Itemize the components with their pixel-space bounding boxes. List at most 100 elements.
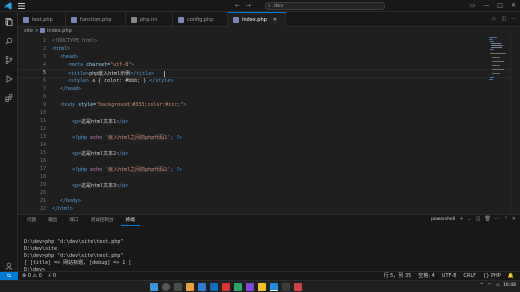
app-icon[interactable]	[294, 283, 302, 291]
clock[interactable]: 16:48	[503, 283, 516, 288]
line-number: 11	[39, 118, 46, 124]
php-open: <?php	[72, 135, 88, 141]
terminal-app-icon[interactable]	[282, 283, 290, 291]
ports-count[interactable]: ⚡ 0	[48, 273, 56, 280]
terminal-output[interactable]: D:\dev>php "d:\dev\site\test.php" D:\dev…	[24, 239, 504, 274]
tab-test-php[interactable]: test.php	[18, 12, 66, 27]
extensions-icon[interactable]	[5, 94, 13, 102]
line-number: 22	[39, 206, 46, 212]
app-icon[interactable]	[222, 283, 230, 291]
close-tab-icon[interactable]: ✕	[273, 17, 277, 23]
line-number: 1	[42, 38, 46, 44]
terminal-shell-label[interactable]: powershell	[431, 217, 455, 222]
more-actions-icon[interactable]: ···	[495, 216, 500, 222]
settings-file-icon	[131, 16, 137, 23]
account-icon[interactable]	[5, 262, 13, 270]
title-open-tag: <title>	[68, 71, 90, 77]
html-close-tag: </html>	[52, 206, 74, 212]
store-icon[interactable]	[210, 283, 218, 291]
layout-icon[interactable]: ▭	[470, 2, 476, 9]
tag: <meta	[68, 62, 87, 68]
command-center-search[interactable]: ⌕ dev	[265, 2, 385, 10]
end-of-line[interactable]: CRLF	[463, 273, 476, 280]
encoding[interactable]: UTF-8	[442, 273, 457, 280]
tag-end: >	[183, 102, 187, 108]
breadcrumb-folder[interactable]: site	[24, 28, 33, 34]
php-file-icon	[23, 16, 29, 23]
body-close-tag: </body>	[60, 198, 82, 204]
tab-function-php[interactable]: function.php	[66, 12, 126, 27]
editor-actions: ▷ ◫ ···	[493, 16, 516, 22]
style-close-tag: </style>	[149, 78, 174, 84]
code-editor[interactable]: 1 2 3 4 5 6 7 8 9 10 11 12 13 14 15 16 1…	[18, 36, 510, 214]
line-number: 7	[42, 86, 46, 92]
tab-config-php[interactable]: config.php	[173, 12, 228, 27]
code-line-22: </html>	[52, 206, 73, 212]
code-line-21: </body>	[60, 198, 81, 204]
app-icon[interactable]	[258, 283, 266, 291]
new-terminal-icon[interactable]: +	[459, 216, 463, 222]
tab-label: config.php	[187, 16, 214, 23]
chevron-down-icon[interactable]: ⌄	[468, 216, 472, 222]
file-explorer-icon[interactable]	[186, 283, 194, 291]
code-line-4: <meta charset="utf-8">	[68, 62, 134, 68]
status-right: 行 5，列 35 空格: 4 UTF-8 CRLF {} PHP 🔔	[384, 273, 514, 280]
vscode-taskbar-icon[interactable]	[270, 283, 278, 291]
maximize-panel-icon[interactable]: ⌃	[504, 216, 508, 222]
p-open-tag: <p>	[72, 183, 82, 189]
app-icon[interactable]	[234, 283, 242, 291]
tab-problems[interactable]: 问题	[22, 215, 41, 226]
line-number: 3	[42, 54, 46, 60]
search-icon[interactable]	[162, 283, 170, 291]
tab-php-ini[interactable]: php.ini	[126, 12, 173, 27]
trash-icon[interactable]: 🗑	[484, 216, 490, 222]
minimize-icon[interactable]: —	[483, 2, 489, 9]
code-line-3: <head>	[60, 54, 78, 60]
notifications-bell-icon[interactable]: 🔔	[508, 273, 514, 280]
problems-count[interactable]: ⊗ 0 ⚠ 0	[22, 273, 42, 280]
p-close-tag: </p>	[116, 119, 129, 125]
chevron-up-icon[interactable]: ^	[480, 283, 484, 288]
breadcrumb-file[interactable]: index.php	[47, 28, 72, 34]
line-number: 6	[42, 78, 46, 84]
vertical-scrollbar[interactable]	[510, 36, 520, 214]
code-line-17: <?php echo '嵌入html之间的php代码2'; ?>	[72, 166, 182, 173]
maximize-icon[interactable]: □	[497, 2, 503, 9]
tab-label: php.ini	[140, 16, 158, 23]
php-file-icon	[233, 17, 239, 23]
tab-debug-console[interactable]: 调试控制台	[86, 215, 119, 226]
split-terminal-icon[interactable]: ◫	[476, 216, 481, 222]
tab-output[interactable]: 输出	[43, 215, 62, 226]
edge-browser-icon[interactable]	[198, 283, 206, 291]
tab-ports[interactable]: 端口	[64, 215, 83, 226]
tab-label: test.php	[32, 16, 53, 23]
title-close-tag: </title>	[130, 71, 155, 77]
app-icon[interactable]	[246, 283, 254, 291]
run-icon[interactable]: ▷	[493, 16, 497, 22]
cursor-position[interactable]: 行 5，列 35	[384, 273, 412, 280]
start-windows-icon[interactable]	[150, 283, 158, 291]
language-mode[interactable]: {} PHP	[483, 273, 501, 280]
source-control-icon[interactable]	[5, 56, 13, 64]
task-view-icon[interactable]	[174, 283, 182, 291]
status-left: ⊗ 0 ⚠ 0 ⚡ 0	[22, 273, 56, 280]
close-panel-icon[interactable]: ✕	[512, 216, 516, 222]
indentation[interactable]: 空格: 4	[418, 273, 434, 280]
search-icon[interactable]	[5, 37, 13, 45]
code-line-9: <body style="background:#333;color:#ccc;…	[60, 102, 186, 108]
explorer-icon[interactable]	[5, 18, 13, 26]
more-actions-icon[interactable]: ···	[511, 16, 516, 22]
tab-label: index.php	[242, 17, 267, 23]
tab-index-php[interactable]: index.php ✕	[228, 12, 286, 27]
navigation-arrows[interactable]: ← →	[235, 2, 253, 9]
tab-terminal[interactable]: 终端	[120, 215, 140, 226]
close-icon[interactable]: ✕	[511, 2, 516, 9]
code-line-19: <p>这是html文本3</p>	[72, 182, 128, 189]
menu-icon[interactable]	[18, 3, 25, 9]
php-close: ; ?>	[170, 135, 183, 141]
volume-icon[interactable]: ◁	[496, 283, 499, 288]
run-debug-icon[interactable]	[5, 75, 13, 83]
wifi-icon[interactable]: ◠	[488, 283, 492, 288]
split-editor-icon[interactable]: ◫	[501, 16, 506, 22]
minimap[interactable]	[488, 36, 510, 214]
